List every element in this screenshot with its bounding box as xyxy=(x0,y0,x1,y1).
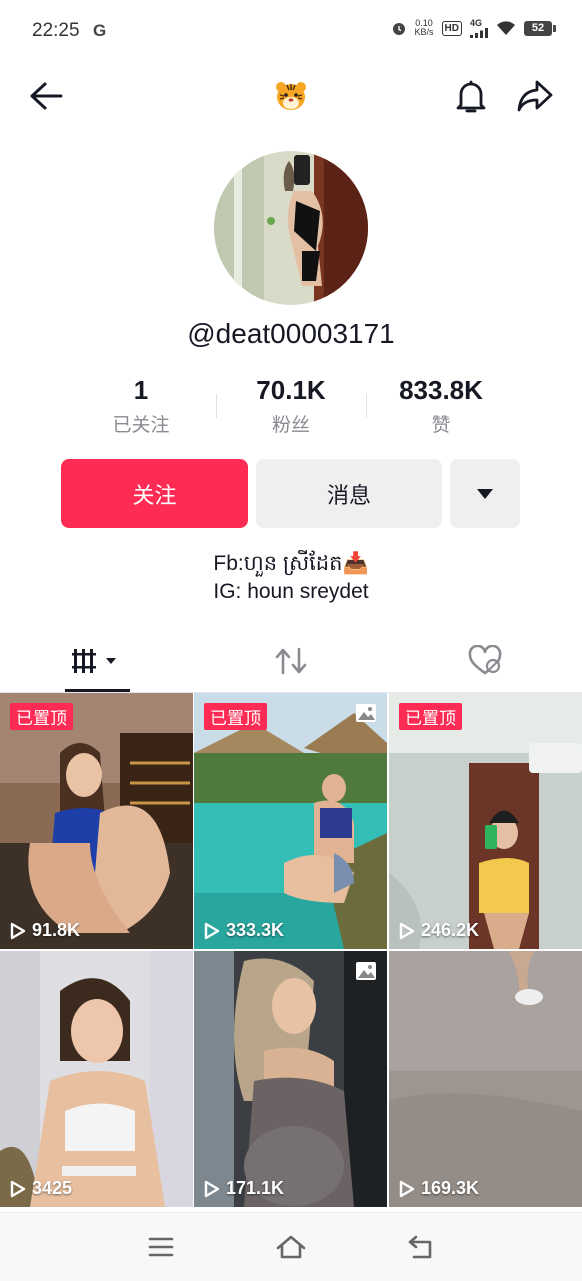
play-icon xyxy=(10,922,26,939)
tab-videos[interactable] xyxy=(0,630,194,692)
followers-stat[interactable]: 70.1K 粉丝 xyxy=(216,372,366,437)
play-icon xyxy=(399,922,415,939)
back-nav-button[interactable] xyxy=(400,1231,440,1263)
wifi-icon xyxy=(497,21,515,35)
video-thumbnail xyxy=(389,951,582,1207)
view-count: 169.3K xyxy=(399,1178,479,1199)
view-count: 91.8K xyxy=(10,920,80,941)
signal-icon xyxy=(470,28,488,38)
video-thumbnail xyxy=(389,693,582,949)
view-count: 171.1K xyxy=(204,1178,284,1199)
video-tile[interactable]: 已置顶 333.3K xyxy=(194,693,387,949)
play-icon xyxy=(399,1180,415,1197)
likes-label: 赞 xyxy=(431,415,451,436)
view-count: 246.2K xyxy=(399,920,479,941)
notification-button[interactable] xyxy=(451,76,491,116)
message-button[interactable]: 消息 xyxy=(256,459,442,528)
profile-stats: 1 已关注 70.1K 粉丝 833.8K 赞 xyxy=(66,372,516,442)
top-nav xyxy=(0,62,582,132)
video-tile[interactable]: 169.3K xyxy=(389,951,582,1207)
video-tile[interactable]: 已置顶 91.8K xyxy=(0,693,193,949)
system-nav-bar xyxy=(0,1212,582,1281)
hd-icon: HD xyxy=(441,20,462,36)
play-icon xyxy=(10,1180,26,1197)
video-tile[interactable]: 已置顶 246.2K xyxy=(389,693,582,949)
likes-stat[interactable]: 833.8K 赞 xyxy=(366,372,516,437)
active-tab-indicator xyxy=(65,689,130,692)
video-tile[interactable]: 3425 xyxy=(0,951,193,1207)
repost-icon xyxy=(275,647,307,675)
tiger-emoji xyxy=(271,76,311,116)
arrow-left-icon xyxy=(30,82,63,110)
play-icon xyxy=(204,1180,220,1197)
content-tabs xyxy=(0,630,582,693)
pinned-badge: 已置顶 xyxy=(10,703,73,730)
view-count: 333.3K xyxy=(204,920,284,941)
avatar[interactable] xyxy=(214,151,368,305)
bell-icon xyxy=(456,80,486,113)
menu-icon xyxy=(148,1237,174,1257)
status-icons: 0.10 KB/s HD 4G 52 xyxy=(391,18,556,38)
photo-icon xyxy=(356,704,376,722)
share-icon xyxy=(517,80,553,112)
pinned-badge: 已置顶 xyxy=(399,703,462,730)
tab-reposts[interactable] xyxy=(194,630,388,692)
status-bar: 22:25 G 0.10 KB/s HD 4G 52 xyxy=(0,0,582,62)
tab-liked[interactable] xyxy=(388,630,582,692)
more-options-button[interactable] xyxy=(450,459,520,528)
username: @deat00003171 xyxy=(187,318,395,349)
pinned-badge: 已置顶 xyxy=(204,703,267,730)
bio-line: Fb:ហួន ស្រីដែត📥 xyxy=(213,552,369,575)
view-count: 3425 xyxy=(10,1178,72,1199)
video-grid: 已置顶 91.8K 已置顶 333.3K 已置顶 246.2K 3425 171… xyxy=(0,693,582,1213)
bio: Fb:ហួន ស្រីដែត📥 IG: houn sreydet xyxy=(0,550,582,606)
video-thumbnail xyxy=(194,693,387,949)
network-type: 4G xyxy=(470,18,483,28)
battery-icon: 52 xyxy=(524,20,556,36)
following-count: 1 xyxy=(133,375,149,405)
home-button[interactable] xyxy=(271,1231,311,1263)
video-thumbnail xyxy=(0,693,193,949)
video-thumbnail xyxy=(194,951,387,1207)
follow-button[interactable]: 关注 xyxy=(61,459,248,528)
followers-label: 粉丝 xyxy=(271,415,310,436)
grid-icon xyxy=(72,649,116,673)
google-icon: G xyxy=(93,21,107,40)
following-stat[interactable]: 1 已关注 xyxy=(66,372,216,437)
back-icon xyxy=(408,1235,432,1259)
likes-count: 833.8K xyxy=(399,375,483,405)
share-button[interactable] xyxy=(515,76,555,116)
bio-line: IG: houn sreydet xyxy=(213,580,369,603)
following-label: 已关注 xyxy=(112,415,170,436)
play-icon xyxy=(204,922,220,939)
photo-icon xyxy=(356,962,376,980)
liked-hidden-icon xyxy=(468,645,502,675)
status-time: 22:25 xyxy=(32,20,80,41)
video-thumbnail xyxy=(0,951,193,1207)
net-speed: 0.10 KB/s xyxy=(414,18,434,37)
video-tile[interactable]: 171.1K xyxy=(194,951,387,1207)
home-icon xyxy=(276,1235,306,1259)
back-button[interactable] xyxy=(26,76,66,116)
alarm-icon xyxy=(392,23,405,35)
followers-count: 70.1K xyxy=(256,375,326,405)
menu-button[interactable] xyxy=(141,1231,181,1263)
caret-down-icon xyxy=(477,488,493,499)
